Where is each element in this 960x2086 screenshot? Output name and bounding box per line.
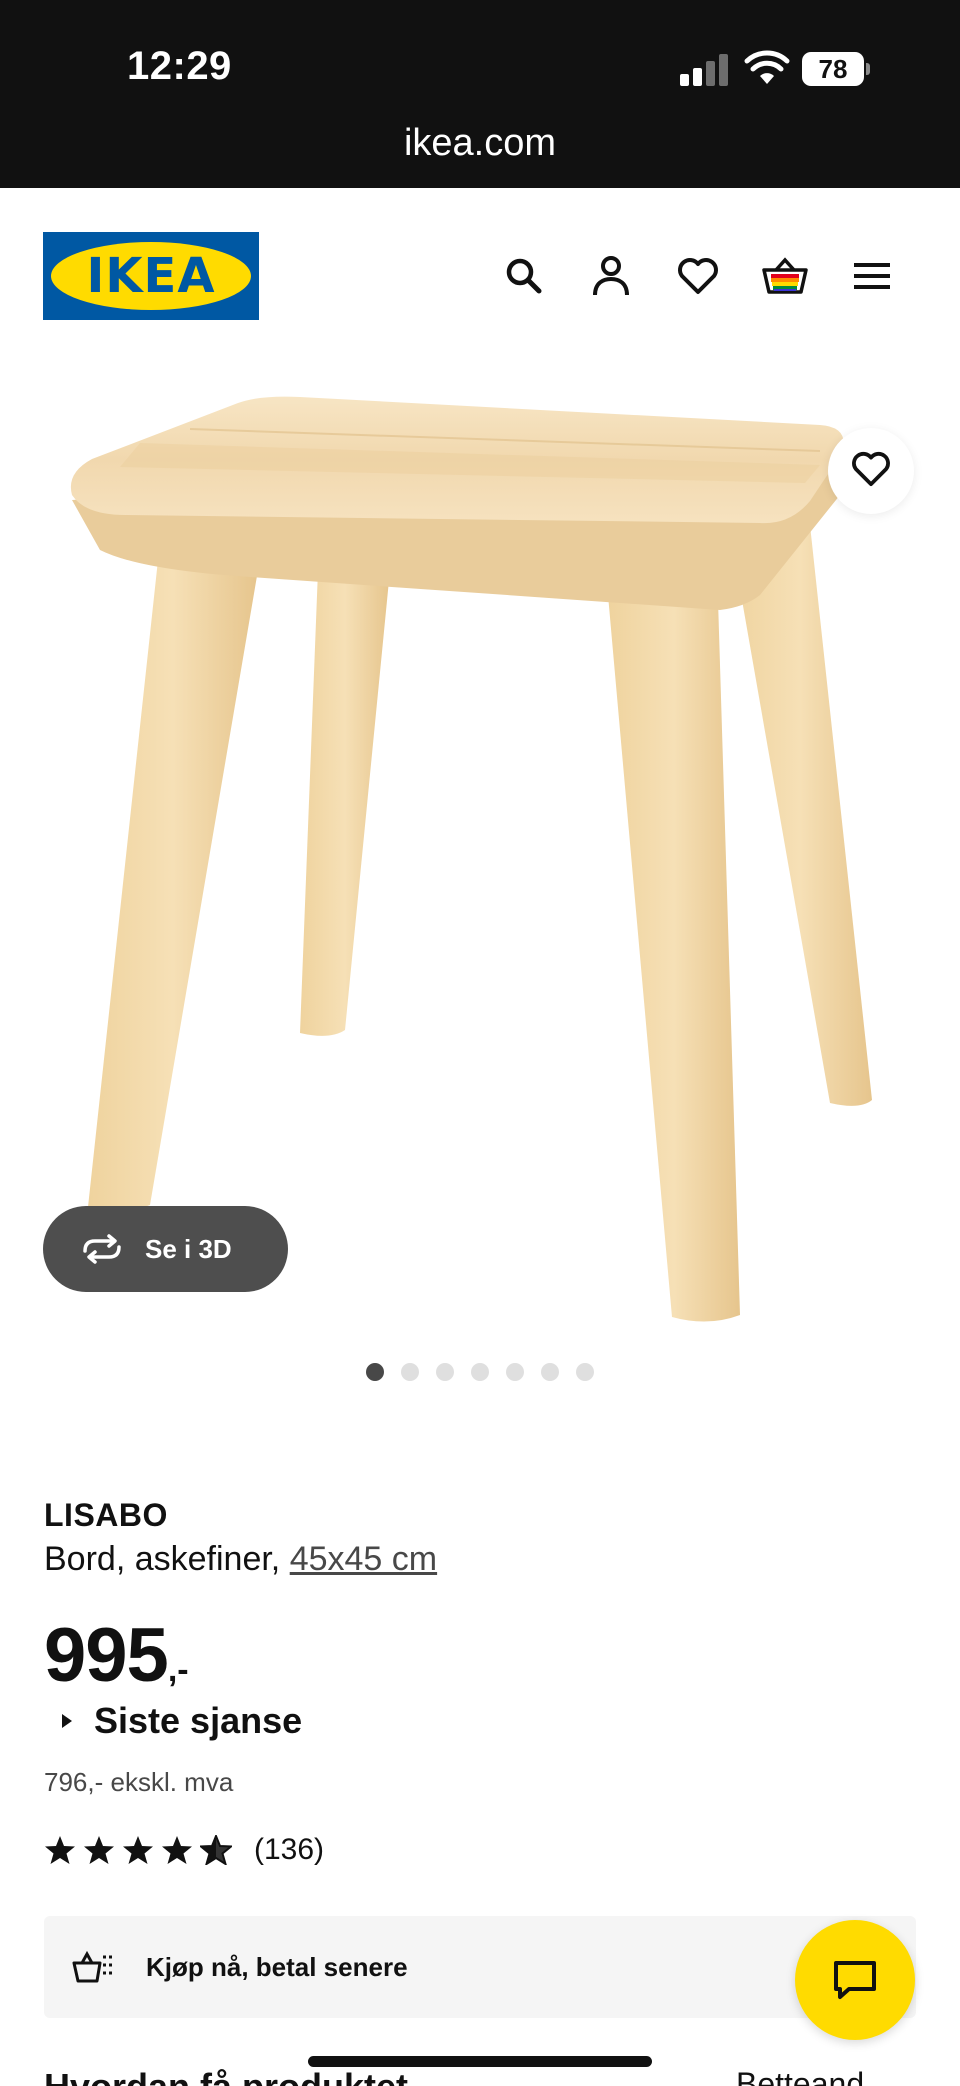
star-icon: [162, 1836, 192, 1864]
home-indicator[interactable]: [308, 2056, 652, 2067]
basket-icon[interactable]: [759, 250, 811, 302]
rotate-3d-icon: [83, 1234, 121, 1264]
price-value: 995: [44, 1613, 169, 1698]
chat-icon: [834, 1961, 876, 1999]
star-icon: [123, 1836, 153, 1864]
product-description: Bord, askefiner, 45x45 cm: [44, 1540, 437, 1579]
payment-basket-icon: [72, 1950, 112, 1983]
url-bar[interactable]: ikea.com: [0, 122, 960, 165]
product-name: LISABO: [44, 1497, 168, 1533]
gallery-dot[interactable]: [401, 1363, 419, 1381]
gallery-dot[interactable]: [471, 1363, 489, 1381]
product-type: Bord, askefiner,: [44, 1540, 281, 1578]
bnpl-label: Kjøp nå, betal senere: [146, 1951, 408, 1982]
ikea-logo[interactable]: IKEA: [43, 232, 259, 320]
gallery-dot[interactable]: [576, 1363, 594, 1381]
wifi-icon: [744, 50, 790, 84]
chat-button[interactable]: [795, 1920, 915, 2040]
see-3d-label: Se i 3D: [145, 1233, 232, 1264]
heart-icon: [851, 451, 891, 492]
product-image-table: [70, 396, 872, 1322]
account-icon[interactable]: [585, 250, 637, 302]
buy-now-pay-later-banner[interactable]: Kjøp nå, betal senere: [44, 1916, 916, 2018]
heart-icon[interactable]: [672, 250, 724, 302]
star-icon: [84, 1836, 114, 1864]
product-price: 995,-: [44, 1612, 189, 1699]
gallery-dot[interactable]: [506, 1363, 524, 1381]
gallery-dot[interactable]: [366, 1363, 384, 1381]
delivery-heading-cut: Hvordan få produktet: [44, 2066, 408, 2086]
status-time: 12:29: [127, 44, 232, 88]
price-suffix: ,-: [167, 1651, 189, 1689]
battery-indicator: 78: [802, 52, 870, 86]
menu-icon[interactable]: [846, 250, 898, 302]
review-count: (136): [254, 1833, 325, 1866]
product-gallery[interactable]: [0, 355, 960, 1335]
product-size-link[interactable]: 45x45 cm: [290, 1540, 437, 1578]
price-excl-vat: 796,- ekskl. mva: [44, 1767, 234, 1797]
right-link-cut[interactable]: Betteand: [736, 2066, 864, 2086]
search-icon[interactable]: [498, 250, 550, 302]
gallery-dot[interactable]: [436, 1363, 454, 1381]
cellular-signal-icon: [680, 54, 728, 86]
last-chance-label: Siste sjanse: [94, 1700, 303, 1741]
rating-stars: [44, 1835, 232, 1865]
half-star-icon: [200, 1835, 232, 1865]
add-to-wishlist-button[interactable]: [828, 428, 914, 514]
gallery-dot[interactable]: [541, 1363, 559, 1381]
gallery-pagination: [0, 1363, 960, 1381]
last-chance-toggle[interactable]: Siste sjanse: [62, 1700, 302, 1742]
star-icon: [45, 1836, 75, 1864]
caret-right-icon: [62, 1714, 72, 1728]
logo-text: IKEA: [86, 248, 216, 304]
status-bar: 12:29 78 ikea.com: [0, 0, 960, 188]
see-in-3d-button[interactable]: Se i 3D: [43, 1206, 288, 1292]
product-rating[interactable]: (136): [44, 1833, 324, 1867]
